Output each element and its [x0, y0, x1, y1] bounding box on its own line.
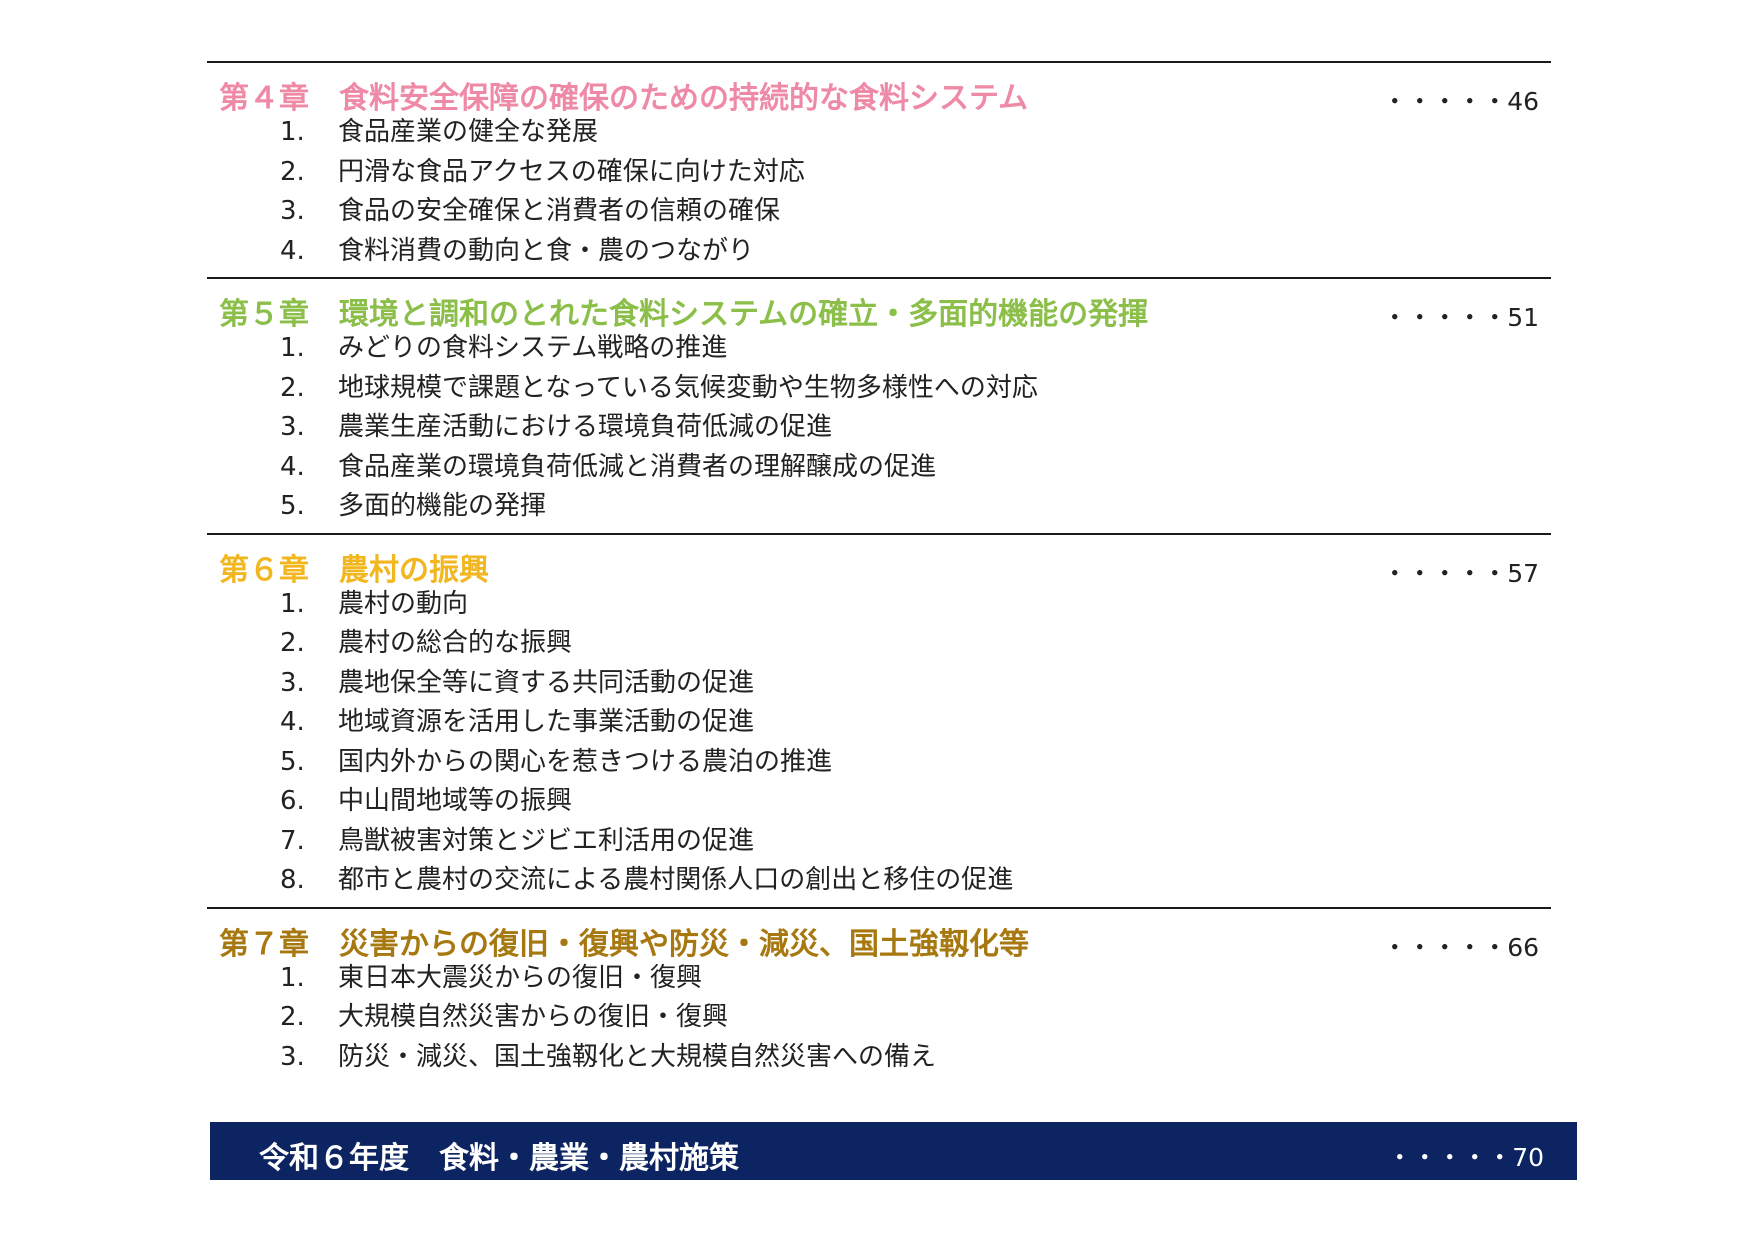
section-item[interactable]: 8. 都市と農村の交流による農村関係人口の創出と移住の促進	[207, 861, 1551, 901]
section-title: 大規模自然災害からの復旧・復興	[338, 1002, 729, 1032]
section-item[interactable]: 1. 東日本大震災からの復旧・復興	[207, 959, 1551, 999]
section-item[interactable]: 4. 食品産業の環境負荷低減と消費者の理解醸成の促進	[207, 448, 1551, 488]
table-of-contents: 第４章 食料安全保障の確保のための持続的な食料システム ・・・・・46 1. 食品…	[207, 61, 1551, 1083]
chapter-title[interactable]: 第７章 災害からの復旧・復興や防災・減災、国土強靱化等	[219, 919, 1029, 963]
section-title: 農村の総合的な振興	[338, 628, 573, 658]
section-number: 4.	[280, 707, 305, 737]
section-title: 食品産業の健全な発展	[338, 117, 599, 147]
section-item[interactable]: 2. 円滑な食品アクセスの確保に向けた対応	[207, 153, 1551, 193]
section-item[interactable]: 3. 農地保全等に資する共同活動の促進	[207, 664, 1551, 704]
section-number: 1.	[280, 333, 305, 363]
section-number: 3.	[280, 1041, 305, 1072]
section-title: 農業生産活動における環境負荷低減の促進	[338, 412, 833, 442]
section-title: 農村の動向	[338, 588, 469, 619]
policy-page-number: ・・・・・70	[1387, 1143, 1544, 1172]
section-item[interactable]: 3. 農業生産活動における環境負荷低減の促進	[207, 408, 1551, 448]
section-item[interactable]: 2. 地球規模で課題となっている気候変動や生物多様性への対応	[207, 369, 1551, 409]
section-number: 2.	[280, 156, 305, 187]
section-title: 鳥獣被害対策とジビエ利活用の促進	[338, 825, 755, 856]
section-number: 1.	[280, 117, 305, 147]
section-title: 地域資源を活用した事業活動の促進	[338, 707, 755, 737]
section-title: 食品産業の環境負荷低減と消費者の理解醸成の促進	[338, 451, 937, 482]
section-title: 東日本大震災からの復旧・復興	[338, 962, 703, 993]
section-number: 1.	[280, 962, 305, 993]
policy-title: 令和６年度 食料・農業・農村施策	[259, 1141, 739, 1176]
section-number: 8.	[280, 865, 305, 895]
section-number: 3.	[280, 667, 305, 698]
section-number: 5.	[280, 746, 305, 777]
section-title: 国内外からの関心を惹きつける農泊の推進	[338, 746, 833, 777]
chapter-7: 第７章 災害からの復旧・復興や防災・減災、国土強靱化等 ・・・・・66 1. 東日…	[207, 906, 1551, 1084]
section-item[interactable]: 4. 食料消費の動向と食・農のつながり	[207, 232, 1551, 272]
section-number: 7.	[280, 825, 305, 856]
section-title: 農地保全等に資する共同活動の促進	[338, 667, 755, 698]
section-list: 1. 食品産業の健全な発展 2. 円滑な食品アクセスの確保に向けた対応 3. 食品の安…	[207, 113, 1551, 277]
chapter-heading: 第５章 環境と調和のとれた食料システムの確立・多面的機能の発揮 ・・・・・51	[207, 279, 1551, 332]
section-item[interactable]: 1. 食品産業の健全な発展	[207, 113, 1551, 153]
chapter-heading: 第４章 食料安全保障の確保のための持続的な食料システム ・・・・・46	[207, 63, 1551, 116]
section-number: 2.	[280, 1002, 305, 1032]
section-title: 地球規模で課題となっている気候変動や生物多様性への対応	[338, 372, 1038, 403]
section-item[interactable]: 6. 中山間地域等の振興	[207, 782, 1551, 822]
section-number: 3.	[280, 196, 305, 226]
chapter-heading: 第７章 災害からの復旧・復興や防災・減災、国土強靱化等 ・・・・・66	[207, 909, 1551, 962]
section-number: 5.	[280, 491, 305, 521]
chapter-6: 第６章 農村の振興 ・・・・・57 1. 農村の動向 2. 農村の総合的な振興 3.…	[207, 532, 1551, 907]
section-item[interactable]: 1. 農村の動向	[207, 585, 1551, 625]
section-item[interactable]: 3. 防災・減災、国土強靱化と大規模自然災害への備え	[207, 1038, 1551, 1078]
section-list: 1. みどりの食料システム戦略の推進 2. 地球規模で課題となっている気候変動や生物…	[207, 329, 1551, 533]
section-item[interactable]: 5. 国内外からの関心を惹きつける農泊の推進	[207, 743, 1551, 783]
section-title: みどりの食料システム戦略の推進	[338, 333, 728, 363]
section-item[interactable]: 2. 大規模自然災害からの復旧・復興	[207, 998, 1551, 1038]
section-title: 都市と農村の交流による農村関係人口の創出と移住の促進	[338, 865, 1014, 895]
section-title: 食品の安全確保と消費者の信頼の確保	[338, 196, 781, 226]
section-title: 中山間地域等の振興	[338, 786, 573, 816]
section-title: 食料消費の動向と食・農のつながり	[338, 235, 755, 266]
chapter-5: 第５章 環境と調和のとれた食料システムの確立・多面的機能の発揮 ・・・・・51 …	[207, 277, 1551, 533]
chapter-heading: 第６章 農村の振興 ・・・・・57	[207, 535, 1551, 588]
section-list: 1. 農村の動向 2. 農村の総合的な振興 3. 農地保全等に資する共同活動の促進 4…	[207, 585, 1551, 907]
section-title: 円滑な食品アクセスの確保に向けた対応	[338, 156, 805, 187]
section-number: 2.	[280, 372, 305, 403]
section-item[interactable]: 7. 鳥獣被害対策とジビエ利活用の促進	[207, 822, 1551, 862]
section-number: 4.	[280, 235, 305, 266]
section-item[interactable]: 4. 地域資源を活用した事業活動の促進	[207, 703, 1551, 743]
section-number: 3.	[280, 412, 305, 442]
chapter-title[interactable]: 第６章 農村の振興	[219, 545, 489, 589]
chapter-title[interactable]: 第５章 環境と調和のとれた食料システムの確立・多面的機能の発揮	[219, 289, 1148, 333]
section-number: 4.	[280, 451, 305, 482]
policy-banner[interactable]: 令和６年度 食料・農業・農村施策 ・・・・・70	[210, 1122, 1577, 1180]
section-item[interactable]: 5. 多面的機能の発揮	[207, 487, 1551, 527]
section-item[interactable]: 3. 食品の安全確保と消費者の信頼の確保	[207, 192, 1551, 232]
section-item[interactable]: 1. みどりの食料システム戦略の推進	[207, 329, 1551, 369]
section-item[interactable]: 2. 農村の総合的な振興	[207, 624, 1551, 664]
chapter-title[interactable]: 第４章 食料安全保障の確保のための持続的な食料システム	[219, 73, 1028, 117]
section-number: 1.	[280, 588, 305, 619]
section-title: 防災・減災、国土強靱化と大規模自然災害への備え	[338, 1041, 937, 1072]
section-number: 6.	[280, 786, 305, 816]
section-title: 多面的機能の発揮	[338, 491, 547, 521]
section-list: 1. 東日本大震災からの復旧・復興 2. 大規模自然災害からの復旧・復興 3. 防災・…	[207, 959, 1551, 1084]
section-number: 2.	[280, 628, 305, 658]
chapter-4: 第４章 食料安全保障の確保のための持続的な食料システム ・・・・・46 1. 食品…	[207, 61, 1551, 277]
